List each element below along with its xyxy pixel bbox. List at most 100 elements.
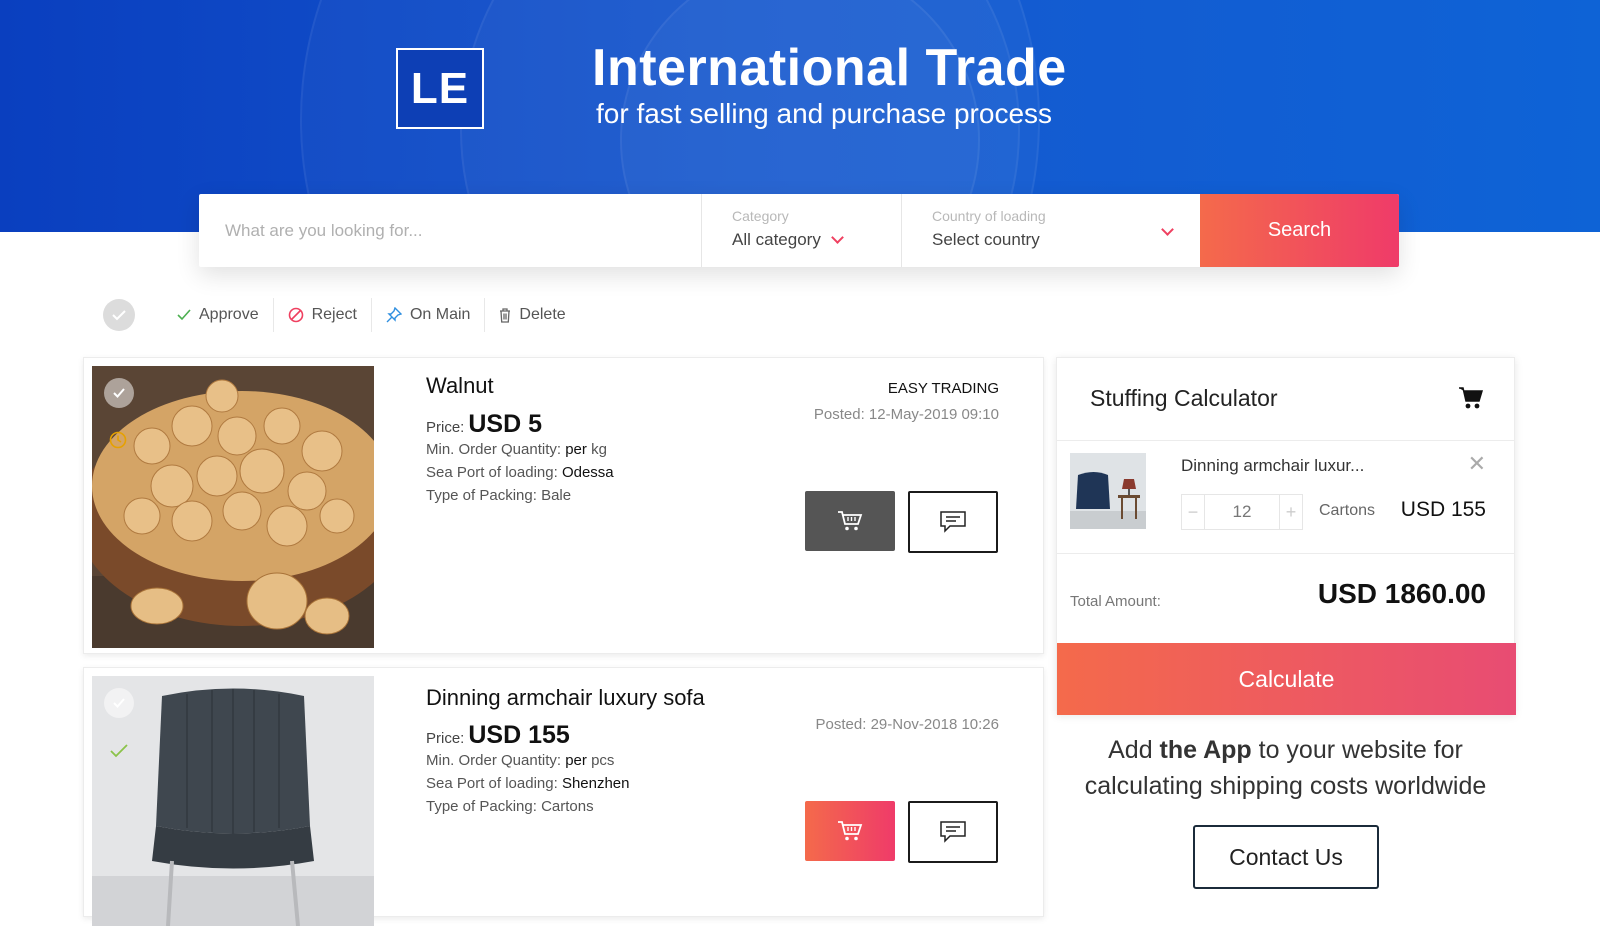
port-row: Sea Port of loading: Shenzhen <box>426 772 630 795</box>
search-input[interactable] <box>199 194 701 267</box>
promo-text: Add <box>1108 736 1160 764</box>
message-icon <box>940 821 966 843</box>
product-details: Min. Order Quantity: per pcs Sea Port of… <box>426 749 630 818</box>
check-icon <box>113 388 125 398</box>
brand-logo[interactable]: LE <box>396 48 484 129</box>
walnut-photo <box>92 366 374 648</box>
seller-name[interactable]: EASY TRADING <box>888 380 999 397</box>
trash-icon <box>500 307 511 323</box>
cart-icon[interactable] <box>1458 386 1484 415</box>
close-icon[interactable]: ✕ <box>1468 453 1486 475</box>
chevron-down-icon <box>830 231 844 244</box>
category-select[interactable]: Category All category <box>701 194 901 267</box>
posted-date: Posted: 29-Nov-2018 10:26 <box>815 716 999 733</box>
search-button[interactable]: Search <box>1200 194 1399 267</box>
cart-item-price: USD 155 <box>1400 498 1486 521</box>
stuffing-calculator: Stuffing Calculator Dinning armchair lux… <box>1056 357 1516 715</box>
clock-icon <box>109 431 127 449</box>
packing-value: Bale <box>541 487 572 504</box>
category-label: Category <box>732 208 789 224</box>
country-value: Select country <box>932 230 1040 249</box>
decrement-button[interactable]: − <box>1182 495 1204 529</box>
port-row: Sea Port of loading: Odessa <box>426 461 614 484</box>
select-all-checkbox[interactable] <box>103 299 135 331</box>
product-title[interactable]: Dinning armchair luxury sofa <box>426 685 705 711</box>
message-button[interactable] <box>908 801 998 863</box>
product-image[interactable] <box>92 366 374 648</box>
moq-label: Min. Order Quantity: <box>426 752 562 769</box>
quantity-unit: Cartons <box>1319 502 1376 519</box>
increment-button[interactable]: + <box>1280 495 1302 529</box>
promo-text: to your website for <box>1251 736 1463 764</box>
cart-item-name: Dinning armchair luxur... <box>1181 456 1365 475</box>
country-select[interactable]: Country of loading Select country <box>901 194 1200 267</box>
total-amount: USD 1860.00 <box>1317 578 1486 609</box>
select-checkbox[interactable] <box>104 378 134 408</box>
moq-unit: pcs <box>591 752 615 769</box>
promo-emphasis: the App <box>1159 736 1252 764</box>
price-row: Price: USD 5 <box>426 410 542 439</box>
price-label: Price: <box>426 730 465 747</box>
posted-date: Posted: 12-May-2019 09:10 <box>813 406 999 423</box>
listing-card: Dinning armchair luxury sofa Price: USD 1… <box>83 667 1044 926</box>
cart-icon-glyph <box>1459 387 1484 409</box>
approved-check-icon <box>110 744 128 758</box>
price-value: USD 155 <box>468 721 570 749</box>
hero-subtitle: for fast selling and purchase process <box>596 98 1053 129</box>
message-button[interactable] <box>908 491 998 553</box>
product-image[interactable] <box>92 676 374 926</box>
port-label: Sea Port of loading: <box>426 464 558 481</box>
listing-card: Walnut Price: USD 5 Min. Order Quantity: … <box>83 357 1044 654</box>
on-main-label: On Main <box>409 306 471 323</box>
delete-button[interactable]: Delete <box>485 298 579 332</box>
approve-label: Approve <box>199 306 259 323</box>
check-icon <box>112 310 126 321</box>
cart-icon <box>838 511 863 531</box>
contact-us-button[interactable]: Contact Us <box>1193 825 1379 889</box>
cart-item-thumbnail <box>1070 453 1146 529</box>
packing-row: Type of Packing: Cartons <box>426 795 630 818</box>
ban-icon <box>288 307 303 323</box>
bulk-actions-toolbar: Approve Reject On Main Delete <box>103 298 580 332</box>
country-label: Country of loading <box>932 208 1046 224</box>
app-promo-text: Add the App to your website for calculat… <box>1056 732 1515 804</box>
cart-icon <box>838 821 863 841</box>
select-checkbox[interactable] <box>104 688 134 718</box>
approve-button[interactable]: Approve <box>163 298 274 332</box>
moq-row: Min. Order Quantity: per kg <box>426 438 614 461</box>
quantity-value[interactable]: 12 <box>1204 495 1280 529</box>
product-title[interactable]: Walnut <box>426 373 494 399</box>
add-to-cart-button[interactable] <box>805 491 895 551</box>
port-label: Sea Port of loading: <box>426 775 558 792</box>
moq-label: Min. Order Quantity: <box>426 441 562 458</box>
moq-row: Min. Order Quantity: per pcs <box>426 749 630 772</box>
packing-label: Type of Packing: <box>426 798 537 815</box>
divider <box>1057 440 1514 441</box>
calculate-button[interactable]: Calculate <box>1057 643 1516 715</box>
price-label: Price: <box>426 419 465 436</box>
packing-value: Cartons <box>541 798 594 815</box>
message-icon <box>940 511 966 533</box>
price-row: Price: USD 155 <box>426 721 570 750</box>
port-value: Shenzhen <box>561 775 630 792</box>
hero-title: International Trade <box>592 39 1067 97</box>
delete-label: Delete <box>519 306 566 323</box>
reject-button[interactable]: Reject <box>274 298 372 332</box>
moq-unit: kg <box>591 441 607 458</box>
port-value: Odessa <box>561 464 614 481</box>
moq-per: per <box>565 441 587 458</box>
armchair-thumb <box>1070 453 1146 529</box>
moq-per: per <box>565 752 587 769</box>
on-main-button[interactable]: On Main <box>372 298 486 332</box>
quantity-stepper: − 12 + <box>1181 494 1303 530</box>
add-to-cart-button[interactable] <box>805 801 895 861</box>
category-value: All category <box>732 230 821 249</box>
reject-label: Reject <box>311 306 357 323</box>
divider <box>1057 553 1514 554</box>
armchair-photo <box>92 676 374 926</box>
promo-line-1: Add the App to your website for <box>1056 732 1515 768</box>
promo-line-2: calculating shipping costs worldwide <box>1084 772 1487 800</box>
packing-label: Type of Packing: <box>426 487 537 504</box>
product-details: Min. Order Quantity: per kg Sea Port of … <box>426 438 614 507</box>
price-value: USD 5 <box>468 410 542 438</box>
